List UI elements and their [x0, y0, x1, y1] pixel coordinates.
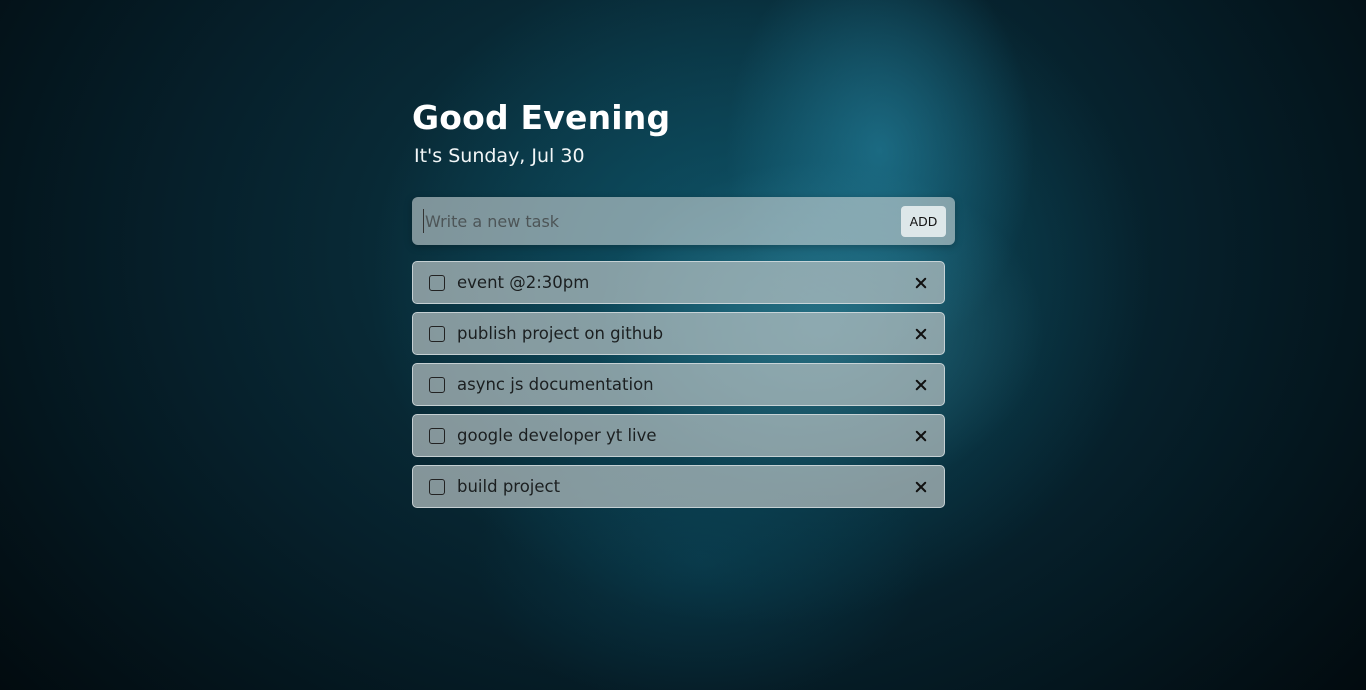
task-item: publish project on github [412, 312, 945, 355]
new-task-form: ADD [412, 197, 955, 245]
close-icon[interactable] [912, 325, 930, 343]
close-icon[interactable] [912, 427, 930, 445]
add-task-button[interactable]: ADD [901, 205, 946, 237]
task-text: google developer yt live [457, 426, 657, 445]
close-icon[interactable] [912, 274, 930, 292]
task-list: event @2:30pm publish project on github … [412, 261, 945, 508]
task-checkbox[interactable] [429, 427, 445, 444]
task-text: async js documentation [457, 375, 654, 394]
new-task-input[interactable] [423, 209, 901, 233]
task-text: event @2:30pm [457, 273, 590, 292]
task-checkbox[interactable] [429, 325, 445, 342]
task-checkbox[interactable] [429, 376, 445, 393]
task-checkbox[interactable] [429, 478, 445, 495]
task-checkbox[interactable] [429, 274, 445, 291]
task-text: publish project on github [457, 324, 664, 343]
todo-app: Good Evening It's Sunday, Jul 30 ADD eve… [412, 96, 956, 516]
task-item: google developer yt live [412, 414, 945, 457]
close-icon[interactable] [912, 478, 930, 496]
close-icon[interactable] [912, 376, 930, 394]
task-text: build project [457, 477, 561, 496]
task-item: build project [412, 465, 945, 508]
task-item: event @2:30pm [412, 261, 945, 304]
task-item: async js documentation [412, 363, 945, 406]
date-subtitle: It's Sunday, Jul 30 [414, 145, 585, 167]
greeting-heading: Good Evening [412, 98, 671, 137]
